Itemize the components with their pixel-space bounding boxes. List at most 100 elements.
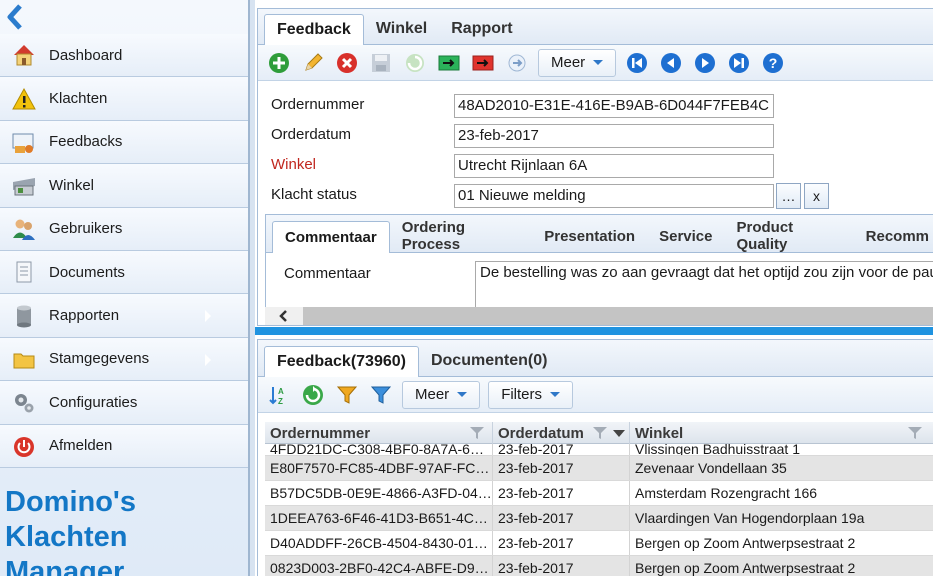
tab-feedback-list[interactable]: Feedback(73960) (264, 346, 419, 377)
tab-product-quality[interactable]: Product Quality (724, 219, 853, 253)
feedback-list-panel: Feedback(73960) Documenten(0) AZ Meer Fi… (257, 339, 933, 576)
add-icon[interactable] (266, 50, 292, 76)
previous-record-icon[interactable] (658, 50, 684, 76)
section-tabs: Commentaar Ordering Process Presentation… (266, 215, 933, 253)
tab-documenten[interactable]: Documenten(0) (419, 346, 559, 376)
reload-icon[interactable] (300, 382, 326, 408)
table-row[interactable]: E80F7570-FC85-4DBF-97AF-FC… 23-feb-2017 … (265, 456, 933, 481)
grid-header: Ordernummer Orderdatum Winkel (265, 422, 933, 444)
sidebar-item-label: Dashboard (49, 46, 123, 64)
cell-ordernummer: 0823D003-2BF0-42C4-ABFE-D9… (265, 556, 493, 576)
filter-blue-icon[interactable] (368, 382, 394, 408)
edit-icon[interactable] (300, 50, 326, 76)
cell-winkel: Amsterdam Rozengracht 166 (630, 481, 933, 505)
save-icon[interactable] (368, 50, 394, 76)
table-row[interactable]: B57DC5DB-0E9E-4866-A3FD-04… 23-feb-2017 … (265, 481, 933, 506)
browse-status-button[interactable]: … (776, 183, 801, 209)
tab-winkel[interactable]: Winkel (364, 14, 439, 44)
filter-orange-icon[interactable] (334, 382, 360, 408)
tab-feedback[interactable]: Feedback (264, 14, 364, 45)
store-field[interactable]: Utrecht Rijnlaan 6A (454, 154, 774, 178)
comment-textarea[interactable]: De bestelling was zo aan gevraagt dat he… (475, 261, 933, 311)
tab-presentation[interactable]: Presentation (532, 220, 647, 252)
sidebar-item-label: Gebruikers (49, 220, 123, 238)
cell-orderdatum: 23-feb-2017 (493, 506, 630, 530)
list-toolbar: AZ Meer Filters (258, 377, 933, 413)
status-field[interactable]: 01 Nieuwe melding (454, 184, 774, 208)
column-header-label: Ordernummer (270, 424, 371, 442)
top-tabs: Feedback Winkel Rapport (258, 9, 933, 45)
clear-status-button[interactable]: x (804, 183, 829, 209)
sidebar-item-label: Feedbacks (49, 133, 123, 151)
next-record-icon[interactable] (692, 50, 718, 76)
column-header-orderdatum[interactable]: Orderdatum (493, 422, 630, 444)
tab-rapport[interactable]: Rapport (439, 14, 524, 44)
last-record-icon[interactable] (726, 50, 752, 76)
sidebar-item-documents[interactable]: Documents (0, 250, 248, 295)
collapse-sidebar-icon[interactable] (3, 3, 29, 31)
tab-commentaar[interactable]: Commentaar (272, 221, 390, 253)
help-icon[interactable]: ? (760, 50, 786, 76)
delete-icon[interactable] (334, 50, 360, 76)
sidebar-item-stamgegevens[interactable]: Stamgegevens (0, 337, 248, 382)
tab-recommend[interactable]: Recomm (854, 220, 933, 252)
sort-icon[interactable]: AZ (266, 382, 292, 408)
sidebar-item-rapporten[interactable]: Rapporten (0, 294, 248, 338)
sidebar-item-klachten[interactable]: Klachten (0, 77, 248, 121)
brand-title: Domino's Klachten Manager (5, 485, 136, 576)
forward-icon[interactable] (504, 50, 530, 76)
more-dropdown-label: Meer (415, 386, 450, 403)
more-dropdown[interactable]: Meer (538, 48, 617, 77)
sidebar-item-feedbacks[interactable]: Feedbacks (0, 120, 248, 165)
cell-orderdatum: 23-feb-2017 (493, 531, 630, 555)
table-row[interactable]: 0823D003-2BF0-42C4-ABFE-D9… 23-feb-2017 … (265, 556, 933, 576)
detail-toolbar: Meer ? (258, 45, 933, 81)
sidebar-item-dashboard[interactable]: Dashboard (0, 34, 248, 78)
brand-line: Domino's (5, 486, 136, 518)
export-red-icon[interactable] (470, 50, 496, 76)
table-row[interactable]: D40ADDFF-26CB-4504-8430-01… 23-feb-2017 … (265, 531, 933, 556)
first-record-icon[interactable] (624, 50, 650, 76)
svg-text:A: A (278, 387, 284, 396)
scroll-left-icon[interactable] (265, 307, 303, 325)
column-filter-icon[interactable] (908, 427, 922, 439)
splitter[interactable] (249, 0, 255, 576)
submenu-arrow-icon (205, 310, 211, 323)
table-row[interactable]: 4FDD21DC-C308-4BF0-8A7A-6… 23-feb-2017 V… (265, 444, 933, 456)
cell-ordernummer: 4FDD21DC-C308-4BF0-8A7A-6… (265, 444, 493, 455)
column-header-ordernummer[interactable]: Ordernummer (265, 422, 493, 444)
order-number-label: Ordernummer (271, 96, 365, 113)
grid-body: 4FDD21DC-C308-4BF0-8A7A-6… 23-feb-2017 V… (265, 444, 933, 576)
filters-dropdown[interactable]: Filters (488, 380, 574, 409)
svg-text:Z: Z (278, 397, 283, 406)
sidebar-item-afmelden[interactable]: Afmelden (0, 424, 248, 468)
cell-winkel: Vlissingen Badhuisstraat 1 (630, 444, 933, 455)
house-icon (11, 42, 37, 68)
sidebar-item-configuraties[interactable]: Configuraties (0, 381, 248, 425)
panel-splitter[interactable] (255, 327, 933, 335)
list-tabs: Feedback(73960) Documenten(0) (258, 340, 933, 377)
export-green-icon[interactable] (436, 50, 462, 76)
column-header-winkel[interactable]: Winkel (630, 422, 933, 444)
table-row[interactable]: 1DEEA763-6F46-41D3-B651-4C… 23-feb-2017 … (265, 506, 933, 531)
brand-line: Manager (5, 556, 125, 576)
horizontal-scrollbar[interactable] (265, 307, 933, 325)
sidebar-item-winkel[interactable]: Winkel (0, 164, 248, 208)
tab-service[interactable]: Service (647, 220, 724, 252)
sidebar-item-gebruikers[interactable]: Gebruikers (0, 207, 248, 251)
order-date-field[interactable]: 23-feb-2017 (454, 124, 774, 148)
brand-line: Klachten (5, 521, 128, 553)
sort-descending-icon[interactable] (613, 427, 625, 439)
users-icon (11, 216, 37, 242)
order-number-field[interactable]: 48AD2010-E31E-416E-B9AB-6D044F7FEB4C (454, 94, 774, 118)
column-filter-icon[interactable] (593, 427, 607, 439)
sidebar-item-label: Configuraties (49, 393, 138, 411)
chevron-down-icon (457, 392, 468, 397)
refresh-icon[interactable] (402, 50, 428, 76)
status-label: Klacht status (271, 186, 357, 203)
more-dropdown-list[interactable]: Meer (402, 380, 481, 409)
tab-ordering-process[interactable]: Ordering Process (390, 219, 533, 253)
more-dropdown-label: Meer (551, 54, 586, 71)
column-filter-icon[interactable] (470, 427, 484, 439)
sidebar-item-label: Stamgegevens (49, 350, 150, 368)
